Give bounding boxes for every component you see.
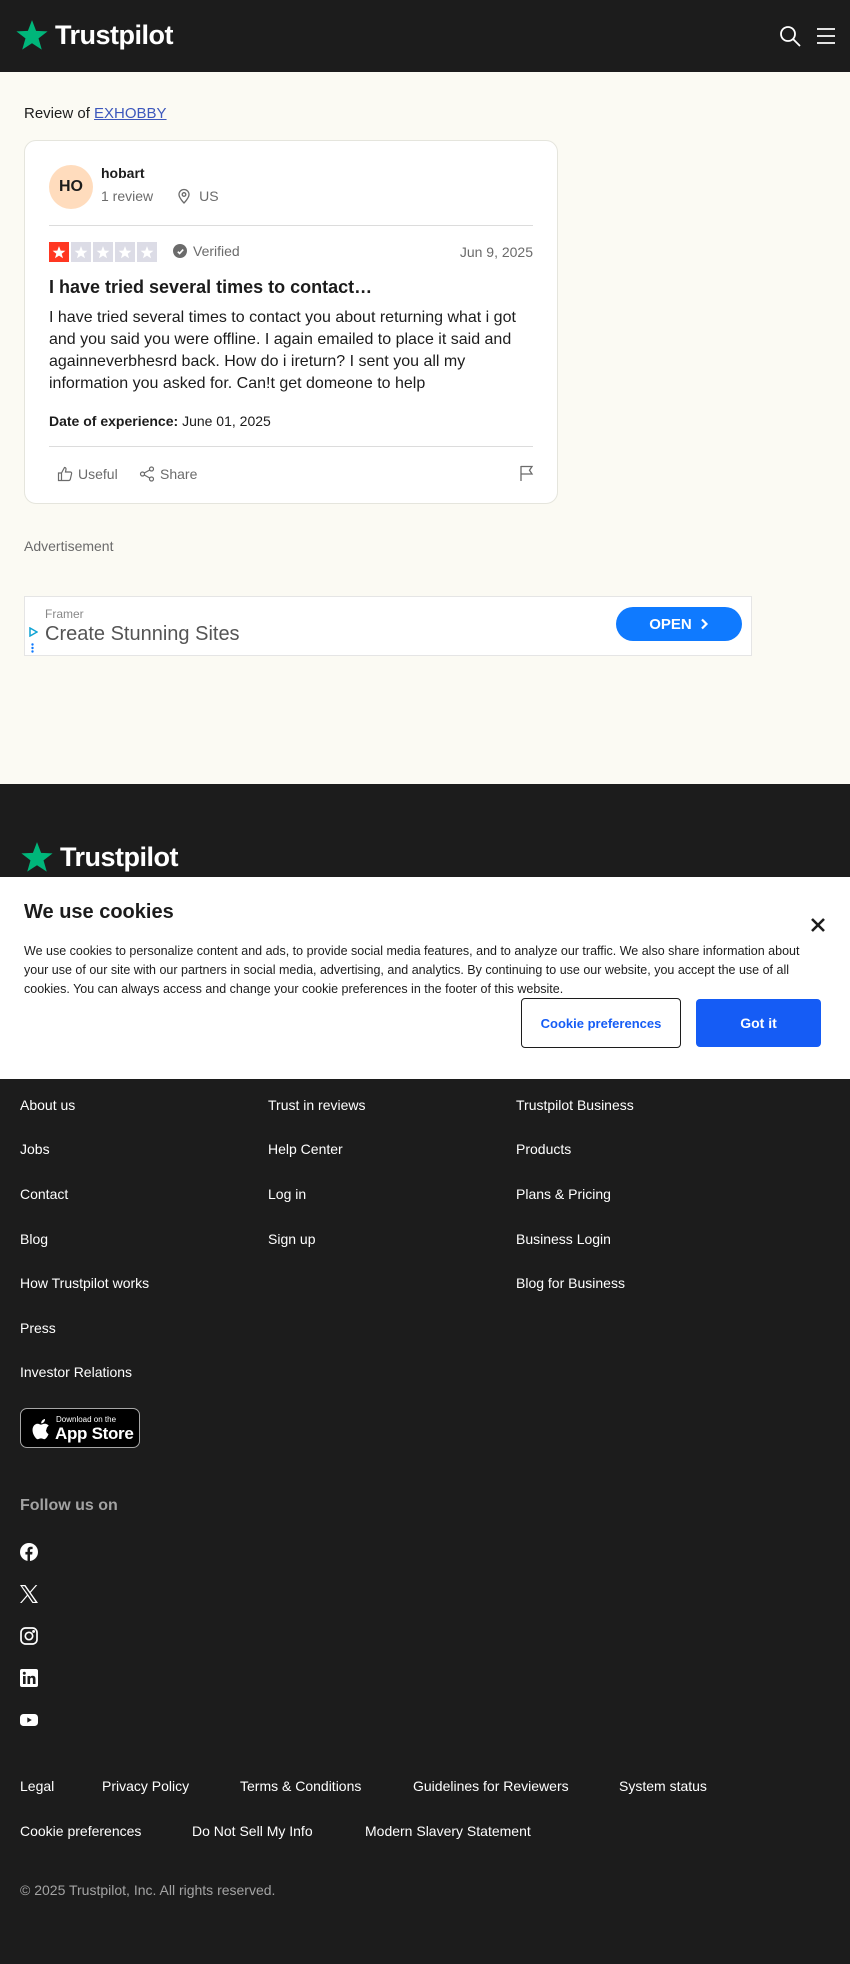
more-options-icon[interactable] <box>31 643 34 653</box>
x-icon[interactable] <box>20 1585 38 1603</box>
review-of-line: Review of EXHOBBY <box>24 105 167 122</box>
footer-link-trustpilot-business[interactable]: Trustpilot Business <box>516 1097 634 1113</box>
follow-us-heading: Follow us on <box>20 1497 118 1514</box>
youtube-icon[interactable] <box>20 1711 38 1729</box>
date-of-experience: Date of experience: June 01, 2025 <box>49 413 271 429</box>
footer-link-log-in[interactable]: Log in <box>268 1186 306 1202</box>
copyright: © 2025 Trustpilot, Inc. All rights reser… <box>20 1882 276 1898</box>
star-icon <box>96 246 110 259</box>
app-store-big-text: App Store <box>55 1424 134 1443</box>
hamburger-menu-icon[interactable] <box>815 26 837 46</box>
experience-label: Date of experience: <box>49 413 179 429</box>
footer-link-help-center[interactable]: Help Center <box>268 1141 343 1157</box>
accept-cookies-button[interactable]: Got it <box>696 999 821 1047</box>
review-card: HO hobart 1 review US Verified Jun 9, 20… <box>24 140 558 504</box>
footer-link-about-us[interactable]: About us <box>20 1097 75 1113</box>
advertisement-banner[interactable]: Framer Create Stunning Sites OPEN <box>24 596 752 656</box>
cookie-text: We use cookies to personalize content an… <box>24 944 800 996</box>
share-label: Share <box>160 466 198 482</box>
useful-label: Useful <box>78 466 118 482</box>
location-pin-icon <box>178 188 190 204</box>
experience-date: June 01, 2025 <box>182 413 271 429</box>
logo-text: Trustpilot <box>60 841 179 872</box>
cookie-banner: We use cookies We use cookies to persona… <box>0 877 850 1079</box>
footer-link-jobs[interactable]: Jobs <box>20 1141 50 1157</box>
star-1 <box>49 242 69 262</box>
divider <box>49 446 533 447</box>
verified-label: Verified <box>193 243 240 259</box>
share-icon <box>139 466 155 482</box>
advertisement-label: Advertisement <box>24 538 114 554</box>
star-2 <box>71 242 91 262</box>
company-link[interactable]: EXHOBBY <box>94 105 167 122</box>
app-store-badge[interactable]: Download on the App Store <box>20 1408 140 1448</box>
review-date: Jun 9, 2025 <box>459 244 533 260</box>
footer-link-sign-up[interactable]: Sign up <box>268 1231 315 1247</box>
divider <box>49 225 533 226</box>
footer-link-plans-pricing[interactable]: Plans & Pricing <box>516 1186 611 1202</box>
footer-link-business-login[interactable]: Business Login <box>516 1231 611 1247</box>
review-count: 1 review <box>101 188 154 204</box>
review-title: I have tried several times to contact… <box>49 277 373 297</box>
verified-badge[interactable]: Verified <box>173 243 240 259</box>
ad-open-label: OPEN <box>649 615 692 633</box>
site-header: Trustpilot <box>0 0 850 72</box>
linkedin-icon[interactable] <box>20 1669 38 1687</box>
do-not-sell-link[interactable]: Do Not Sell My Info <box>192 1823 313 1839</box>
footer-logo[interactable]: Trustpilot <box>20 840 179 874</box>
footer-link-blog-for-business[interactable]: Blog for Business <box>516 1275 625 1291</box>
star-icon <box>118 246 132 259</box>
review-page: Review of EXHOBBY HO hobart 1 review US … <box>0 72 850 784</box>
reviewer-country: US <box>199 188 219 204</box>
thumbs-up-icon <box>57 466 73 482</box>
star-icon <box>52 246 66 259</box>
footer-link-press[interactable]: Press <box>20 1320 56 1336</box>
reviewer-name[interactable]: hobart <box>101 165 145 181</box>
ad-headline[interactable]: Create Stunning Sites <box>45 623 240 646</box>
terms-conditions-link[interactable]: Terms & Conditions <box>240 1778 361 1794</box>
search-icon[interactable] <box>778 24 802 48</box>
ad-choices-icon[interactable] <box>28 627 38 637</box>
logo-text: Trustpilot <box>55 19 174 50</box>
apple-icon <box>32 1419 49 1440</box>
share-button[interactable]: Share <box>139 466 197 482</box>
privacy-policy-link[interactable]: Privacy Policy <box>102 1778 189 1794</box>
cookie-preferences-button[interactable]: Cookie preferences <box>521 998 681 1048</box>
facebook-icon[interactable] <box>20 1543 38 1561</box>
guidelines-for-reviewers-link[interactable]: Guidelines for Reviewers <box>413 1778 569 1794</box>
star-icon <box>140 246 154 259</box>
checkmark-icon <box>173 244 187 258</box>
star-icon <box>16 20 48 50</box>
cookie-title: We use cookies <box>24 901 174 923</box>
footer-link-how-trustpilot-works[interactable]: How Trustpilot works <box>20 1275 149 1291</box>
footer-link-blog[interactable]: Blog <box>20 1231 48 1247</box>
flag-icon[interactable] <box>518 464 536 482</box>
system-status-link[interactable]: System status <box>619 1778 707 1794</box>
close-icon[interactable] <box>808 915 828 935</box>
star-5 <box>137 242 157 262</box>
instagram-icon[interactable] <box>20 1627 38 1645</box>
footer-link-trust-in-reviews[interactable]: Trust in reviews <box>268 1097 366 1113</box>
useful-button[interactable]: Useful <box>57 466 118 482</box>
star-rating <box>49 242 157 262</box>
app-store-small-text: Download on the <box>56 1415 117 1424</box>
ad-advertiser: Framer <box>45 607 84 621</box>
cookie-preferences-link[interactable]: Cookie preferences <box>20 1823 141 1839</box>
star-4 <box>115 242 135 262</box>
review-of-prefix: Review of <box>24 105 90 122</box>
avatar[interactable]: HO <box>49 165 93 209</box>
star-icon <box>21 842 53 872</box>
review-body: I have tried several times to contact yo… <box>49 309 516 392</box>
modern-slavery-statement-link[interactable]: Modern Slavery Statement <box>365 1823 531 1839</box>
chevron-right-icon <box>700 618 708 630</box>
star-icon <box>74 246 88 259</box>
trustpilot-logo[interactable]: Trustpilot <box>15 18 174 52</box>
ad-open-button[interactable]: OPEN <box>616 607 742 641</box>
legal-link[interactable]: Legal <box>20 1778 54 1794</box>
star-3 <box>93 242 113 262</box>
footer-link-contact[interactable]: Contact <box>20 1186 68 1202</box>
footer-link-investor-relations[interactable]: Investor Relations <box>20 1364 132 1380</box>
footer-link-products[interactable]: Products <box>516 1141 571 1157</box>
reviewer-meta: 1 review US <box>101 188 219 204</box>
